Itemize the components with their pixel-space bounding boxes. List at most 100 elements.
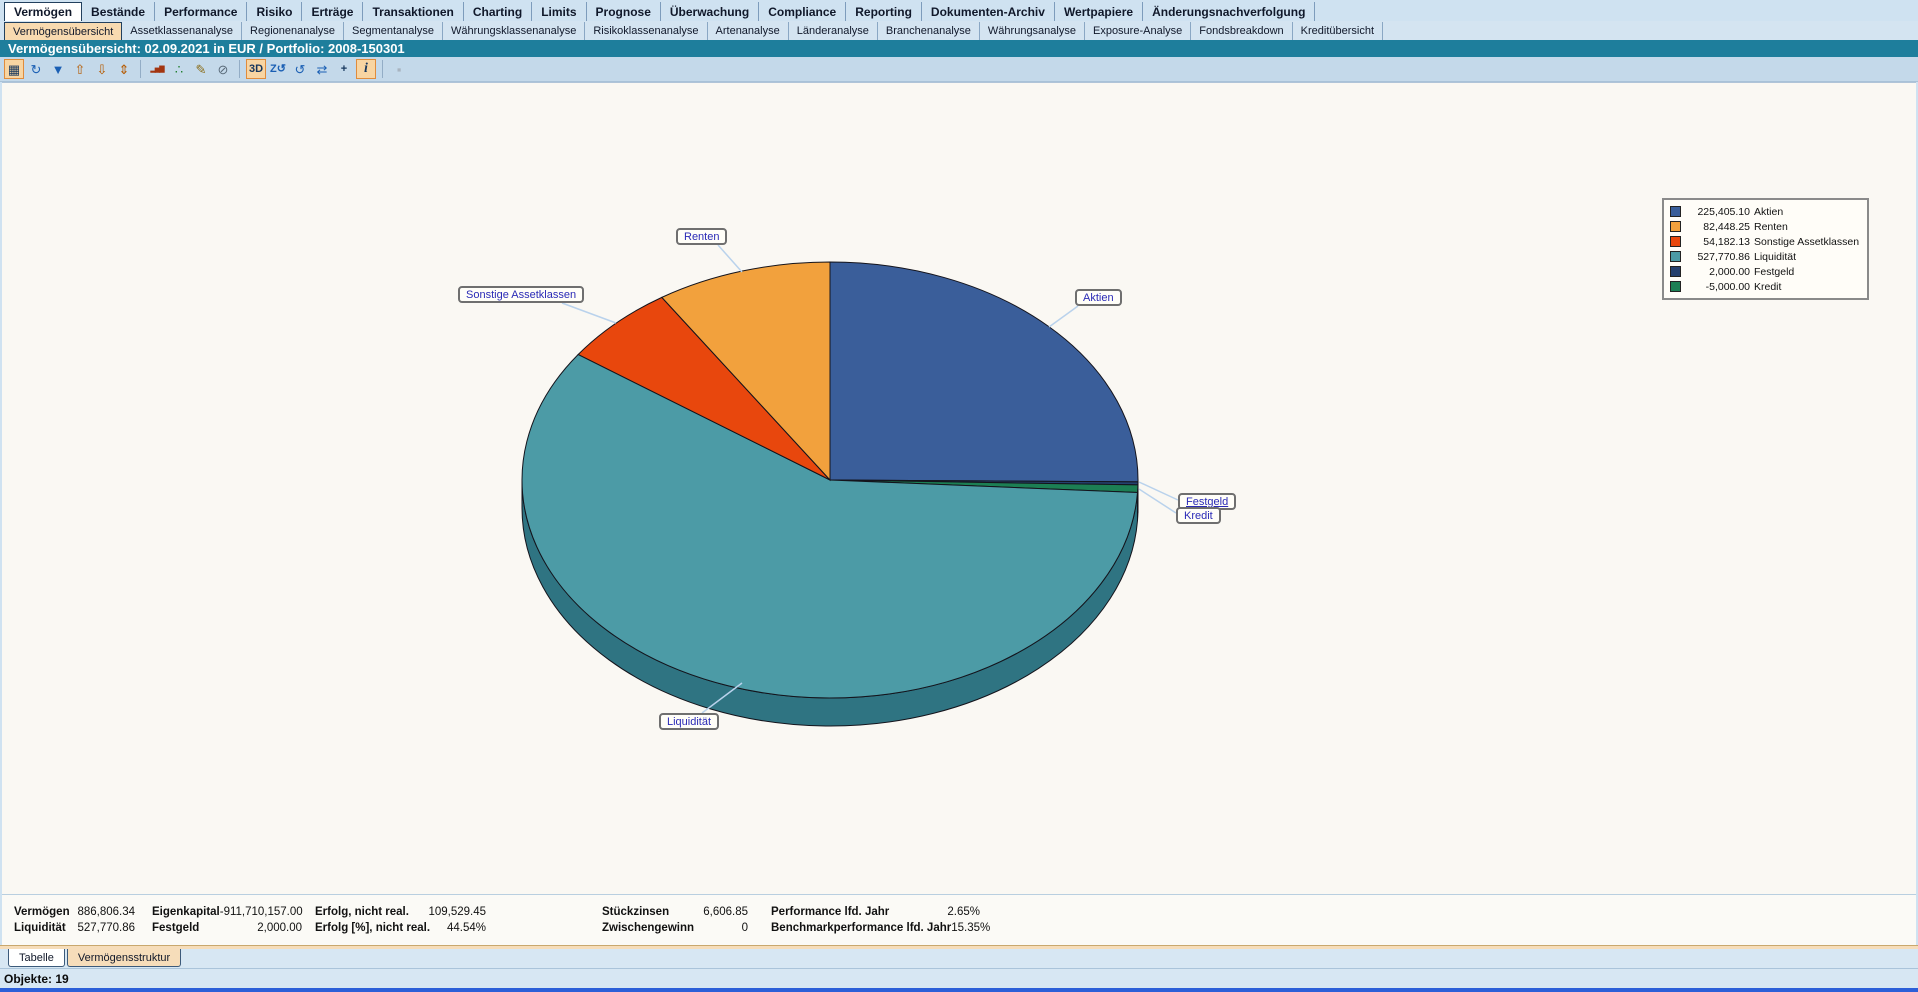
tab-währungsklassenanalyse[interactable]: Währungsklassenanalyse	[443, 22, 585, 40]
summary-group: Stückzinsen6,606.85Zwischengewinn0	[602, 895, 748, 946]
legend-row-sonstige-assetklassen: 54,182.13Sonstige Assetklassen	[1670, 234, 1859, 249]
menu-item-erträge[interactable]: Erträge	[302, 2, 363, 21]
summary-value: 15.35%	[951, 922, 990, 934]
menu-item-limits[interactable]: Limits	[532, 2, 586, 21]
summary-group: Erfolg, nicht real. 109,529.45 Erfolg [%],…	[315, 895, 486, 946]
bar-chart-icon[interactable]: ▂▅▇	[147, 59, 167, 79]
3d-toggle-icon[interactable]: 3D	[246, 59, 266, 79]
menu-item-prognose[interactable]: Prognose	[587, 2, 661, 21]
summary-value: 44.54%	[447, 922, 486, 934]
bottom-tab-tabelle[interactable]: Tabelle	[8, 949, 65, 967]
tab-artenanalyse[interactable]: Artenanalyse	[708, 22, 789, 40]
menu-item-reporting[interactable]: Reporting	[846, 2, 922, 21]
summary-row-zwischengewinn: Zwischengewinn0	[602, 920, 748, 936]
slice-label-kredit[interactable]: Kredit	[1176, 507, 1221, 524]
tab-fondsbreakdown[interactable]: Fondsbreakdown	[1191, 22, 1292, 40]
portfolio-app-window: VermögenBeständePerformanceRisikoErträge…	[0, 0, 1918, 992]
slice-label-sonstige-assetklassen[interactable]: Sonstige Assetklassen	[458, 286, 584, 303]
filter-icon[interactable]: ▼	[48, 59, 68, 79]
slice-label-renten[interactable]: Renten	[676, 228, 727, 245]
menu-item-wertpapiere[interactable]: Wertpapiere	[1055, 2, 1143, 21]
tab-risikoklassenanalyse[interactable]: Risikoklassenanalyse	[585, 22, 707, 40]
legend-swatch-sonstige-assetklassen	[1670, 236, 1681, 247]
delete-icon[interactable]: ⊘	[213, 59, 233, 79]
main-menu-bar: VermögenBeständePerformanceRisikoErträge…	[0, 0, 1918, 21]
rotate-z-icon[interactable]: Z↺	[268, 59, 288, 79]
legend-label: Sonstige Assetklassen	[1754, 236, 1859, 248]
toolbar-separator	[239, 60, 240, 78]
legend-swatch-liquidität	[1670, 251, 1681, 262]
chart-view-icon[interactable]: ▦	[4, 59, 24, 79]
legend-label: Festgeld	[1754, 266, 1794, 278]
summary-label: Festgeld	[152, 922, 199, 934]
placeholder-icon: ▪	[389, 59, 409, 79]
tab-branchenanalyse[interactable]: Branchenanalyse	[878, 22, 980, 40]
tab-regionenanalyse[interactable]: Regionenanalyse	[242, 22, 344, 40]
legend-row-liquidität: 527,770.86Liquidität	[1670, 249, 1859, 264]
chart-area: 225,405.10Aktien82,448.25Renten54,182.13…	[2, 82, 1916, 894]
legend-value: 527,770.86	[1688, 251, 1750, 263]
summary-label: Erfolg [%], nicht real.	[315, 922, 430, 934]
tab-exposure-analyse[interactable]: Exposure-Analyse	[1085, 22, 1191, 40]
flip-icon[interactable]: ⇄	[312, 59, 332, 79]
summary-row-performance-lfd-jahr: Performance lfd. Jahr2.65%	[771, 904, 980, 920]
tab-kreditübersicht[interactable]: Kreditübersicht	[1293, 22, 1383, 40]
sort-settings-icon[interactable]: ⇕	[114, 59, 134, 79]
summary-value: 109,529.45	[428, 906, 486, 918]
bottom-tab-vermögensstruktur[interactable]: Vermögensstruktur	[67, 949, 181, 967]
toolbar-separator	[140, 60, 141, 78]
menu-item-vermögen[interactable]: Vermögen	[4, 2, 82, 21]
tab-vermögensübersicht[interactable]: Vermögensübersicht	[4, 22, 122, 40]
summary-row-benchmarkperformance-lfd-jahr: Benchmarkperformance lfd. Jahr15.35%	[771, 920, 980, 936]
legend-value: 82,448.25	[1688, 221, 1750, 233]
scatter-chart-icon[interactable]: ∴	[169, 59, 189, 79]
summary-group: Eigenkapital-911,710,157.00Festgeld2,000…	[152, 895, 302, 946]
summary-row-vermögen: Vermögen886,806.34	[14, 904, 135, 920]
summary-group: Performance lfd. Jahr2.65%Benchmarkperfo…	[771, 895, 980, 946]
slice-label-aktien[interactable]: Aktien	[1075, 289, 1122, 306]
tab-assetklassenanalyse[interactable]: Assetklassenanalyse	[122, 22, 242, 40]
summary-value: 886,806.34	[77, 906, 135, 918]
menu-item-bestände[interactable]: Bestände	[82, 2, 155, 21]
object-count: Objekte: 19	[4, 972, 69, 986]
menu-item-überwachung[interactable]: Überwachung	[661, 2, 759, 21]
edit-report-icon[interactable]: ✎	[191, 59, 211, 79]
summary-label: Liquidität	[14, 922, 66, 934]
tab-segmentanalyse[interactable]: Segmentanalyse	[344, 22, 443, 40]
chart-toolbar: ▦↻▼⇧⇩⇕ ▂▅▇∴✎⊘ 3DZ↺↺⇄+i ▪	[0, 57, 1918, 82]
tab-länderanalyse[interactable]: Länderanalyse	[789, 22, 878, 40]
slice-label-liquidität[interactable]: Liquidität	[659, 713, 719, 730]
summary-row-stückzinsen: Stückzinsen6,606.85	[602, 904, 748, 920]
sort-ascending-icon[interactable]: ⇧	[70, 59, 90, 79]
summary-label: Stückzinsen	[602, 906, 669, 918]
callout-line-kredit	[1139, 489, 1176, 513]
summary-value: 0	[742, 922, 748, 934]
menu-item-transaktionen[interactable]: Transaktionen	[363, 2, 463, 21]
rotate-icon[interactable]: ↺	[290, 59, 310, 79]
summary-value: -911,710,157.00	[220, 906, 303, 918]
legend-swatch-kredit	[1670, 281, 1681, 292]
sort-descending-icon[interactable]: ⇩	[92, 59, 112, 79]
summary-row-erfolg-nicht-real-: Erfolg, nicht real. 109,529.45	[315, 904, 486, 920]
callout-line-renten	[718, 245, 742, 272]
legend-swatch-festgeld	[1670, 266, 1681, 277]
callout-line-aktien	[1049, 306, 1078, 327]
menu-item-charting[interactable]: Charting	[464, 2, 532, 21]
menu-item-änderungsnachverfolgung[interactable]: Änderungsnachverfolgung	[1143, 2, 1315, 21]
tab-währungsanalyse[interactable]: Währungsanalyse	[980, 22, 1085, 40]
menu-item-dokumenten-archiv[interactable]: Dokumenten-Archiv	[922, 2, 1055, 21]
callout-line-sonstige-assetklassen	[562, 303, 616, 323]
summary-label: Erfolg, nicht real.	[315, 906, 409, 918]
summary-row-eigenkapital: Eigenkapital-911,710,157.00	[152, 904, 302, 920]
menu-item-risiko[interactable]: Risiko	[247, 2, 302, 21]
summary-value: 527,770.86	[77, 922, 135, 934]
menu-item-performance[interactable]: Performance	[155, 2, 247, 21]
refresh-icon[interactable]: ↻	[26, 59, 46, 79]
menu-item-compliance[interactable]: Compliance	[759, 2, 846, 21]
info-icon[interactable]: i	[356, 59, 376, 79]
crosshair-icon[interactable]: +	[334, 59, 354, 79]
taskbar-edge	[0, 988, 1918, 992]
analysis-tab-bar: VermögensübersichtAssetklassenanalyseReg…	[0, 21, 1918, 40]
summary-label: Eigenkapital	[152, 906, 220, 918]
legend-label: Renten	[1754, 221, 1788, 233]
